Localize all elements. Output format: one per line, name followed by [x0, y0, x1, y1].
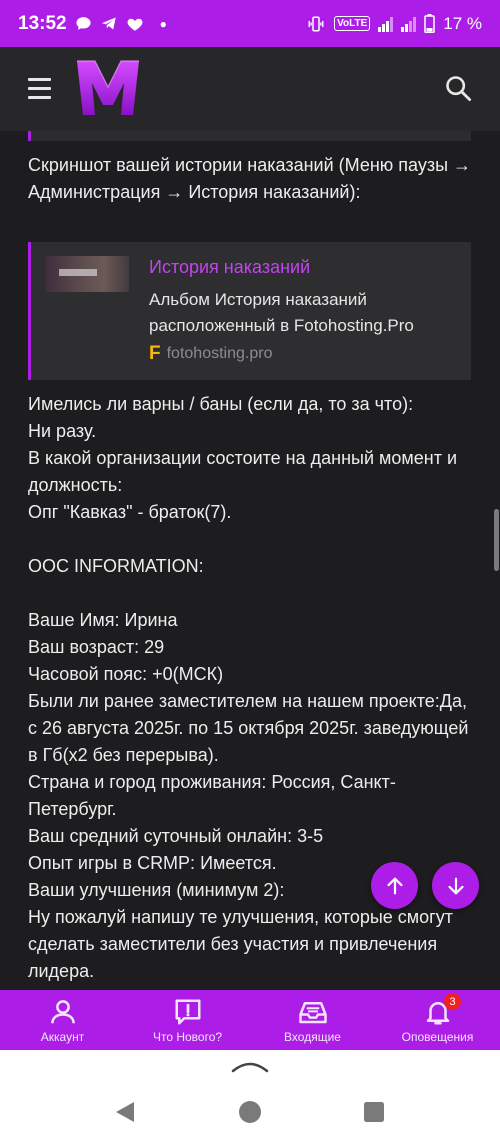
nav-whats-new[interactable]: Что Нового?: [125, 990, 250, 1050]
nav-inbox[interactable]: Входящие: [250, 990, 375, 1050]
nav-account[interactable]: Аккаунт: [0, 990, 125, 1050]
signal-icon-2: [401, 16, 417, 32]
system-navigation-bar: [0, 1050, 500, 1146]
app-header: [0, 47, 500, 131]
logo[interactable]: [75, 59, 141, 117]
home-icon[interactable]: [238, 1100, 262, 1124]
link-description: Альбом История наказаний расположенный в…: [149, 290, 414, 335]
nav-account-label: Аккаунт: [40, 1030, 85, 1044]
battery-percent: 17 %: [443, 13, 482, 33]
link-preview-card[interactable]: История наказаний Альбом История наказан…: [28, 242, 471, 380]
post-line: [28, 526, 473, 553]
notification-badge: 3: [444, 993, 461, 1010]
search-icon[interactable]: [444, 74, 472, 102]
post-line: Ваш возраст: 29: [28, 637, 165, 657]
post-line: Были ли ранее заместителем на нашем прое…: [28, 691, 469, 765]
chat-bubble-icon: [76, 17, 91, 30]
system-icons: VoLTE 17 %: [306, 14, 482, 34]
post-line: OOC INFORMATION:: [28, 556, 204, 576]
nav-whats-new-label: Что Нового?: [152, 1030, 223, 1044]
post-line: Ни разу.: [28, 421, 97, 441]
arrow-down-icon: [447, 877, 464, 894]
bottom-navigation: Аккаунт Что Нового? Входящие 3 Оповещени…: [0, 990, 500, 1050]
volte-badge: VoLTE: [334, 16, 371, 31]
vibrate-icon: [308, 16, 324, 31]
heart-icon: [127, 18, 143, 31]
nav-notifications[interactable]: 3 Оповещения: [375, 990, 500, 1050]
chevron-up-icon[interactable]: [230, 1058, 270, 1074]
link-site: F fotohosting.pro: [149, 343, 272, 365]
previous-quote: [28, 131, 471, 141]
scrollbar[interactable]: [494, 509, 499, 571]
inbox-icon: [298, 1002, 327, 1024]
post-line: Ваше Имя: Ирина: [28, 610, 178, 630]
signal-icon: [378, 16, 394, 32]
post-line: Страна и город проживания: Россия, Санкт…: [28, 772, 396, 819]
hamburger-icon[interactable]: [28, 78, 51, 105]
link-site-domain: fotohosting.pro: [166, 345, 273, 362]
post-line: Опг "Кавказ" - браток(7).: [28, 502, 232, 522]
nav-inbox-label: Входящие: [284, 1030, 341, 1044]
post-line: Ваш средний суточный онлайн: 3-5: [28, 826, 324, 846]
post-content: Скриншот вашей истории наказаний (Меню п…: [0, 131, 500, 990]
post-line: [28, 580, 473, 607]
status-bar: 13:52 ● VoLTE 17 %: [0, 0, 500, 47]
battery-icon: [424, 14, 435, 33]
new-message-icon: [175, 999, 200, 1025]
arrow-up-icon: [386, 877, 403, 894]
scroll-down-button[interactable]: [432, 862, 479, 909]
link-title[interactable]: История наказаний: [149, 257, 310, 278]
link-thumbnail: [45, 256, 129, 292]
user-icon: [50, 1000, 75, 1024]
nav-notifications-label: Оповещения: [401, 1030, 474, 1044]
status-time: 13:52: [18, 12, 67, 34]
post-line: Имелись ли варны / баны (если да, то за …: [28, 394, 414, 414]
post-line: Часовой пояс: +0(МСК): [28, 664, 224, 684]
fotohosting-icon: F: [149, 343, 161, 364]
post-paragraph: Скриншот вашей истории наказаний (Меню п…: [28, 155, 472, 202]
back-icon[interactable]: [114, 1101, 136, 1123]
notification-icons: ●: [75, 15, 167, 33]
post-line: В какой организации состоите на данный м…: [28, 448, 458, 495]
recents-icon[interactable]: [364, 1102, 384, 1122]
post-line: Ну пожалуй напишу те улучшения, которые …: [28, 907, 453, 981]
dot-icon: ●: [159, 16, 167, 31]
scroll-up-button[interactable]: [371, 862, 418, 909]
telegram-icon: [101, 17, 116, 30]
